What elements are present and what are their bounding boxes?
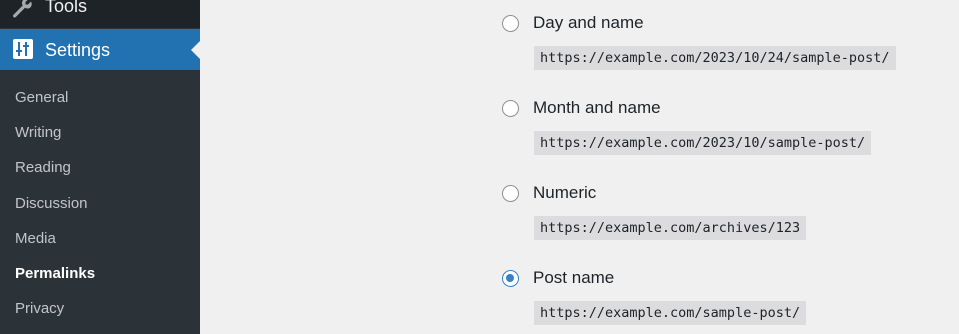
permalink-example: https://example.com/archives/123 [534, 216, 807, 240]
submenu-item-permalinks[interactable]: Permalinks [0, 256, 200, 291]
submenu-item-privacy[interactable]: Privacy [0, 291, 200, 326]
settings-sliders-icon [13, 39, 33, 59]
option-label[interactable]: Day and name [533, 11, 644, 35]
admin-sidebar: Tools Settings General Writing Reading D… [0, 0, 200, 334]
option-label[interactable]: Month and name [533, 96, 661, 120]
radio-month-and-name[interactable] [502, 100, 519, 117]
radio-numeric[interactable] [502, 185, 519, 202]
menu-item-settings[interactable]: Settings [0, 29, 200, 70]
submenu-item-writing[interactable]: Writing [0, 115, 200, 150]
menu-item-settings-label: Settings [45, 40, 111, 60]
option-label[interactable]: Post name [533, 266, 614, 290]
current-menu-arrow [191, 41, 200, 59]
radio-post-name[interactable] [502, 270, 519, 287]
settings-submenu: General Writing Reading Discussion Media… [0, 80, 200, 326]
wrench-icon [10, 0, 34, 20]
submenu-item-reading[interactable]: Reading [0, 150, 200, 185]
permalink-example: https://example.com/2023/10/24/sample-po… [534, 46, 896, 70]
menu-item-tools-label: Tools [45, 0, 88, 16]
submenu-item-media[interactable]: Media [0, 221, 200, 256]
permalink-example: https://example.com/2023/10/sample-post/ [534, 131, 872, 155]
option-label[interactable]: Numeric [533, 181, 596, 205]
radio-day-and-name[interactable] [502, 15, 519, 32]
menu-item-tools[interactable]: Tools [0, 0, 200, 28]
submenu-item-general[interactable]: General [0, 80, 200, 115]
submenu-item-discussion[interactable]: Discussion [0, 186, 200, 221]
permalink-example: https://example.com/sample-post/ [534, 301, 807, 325]
